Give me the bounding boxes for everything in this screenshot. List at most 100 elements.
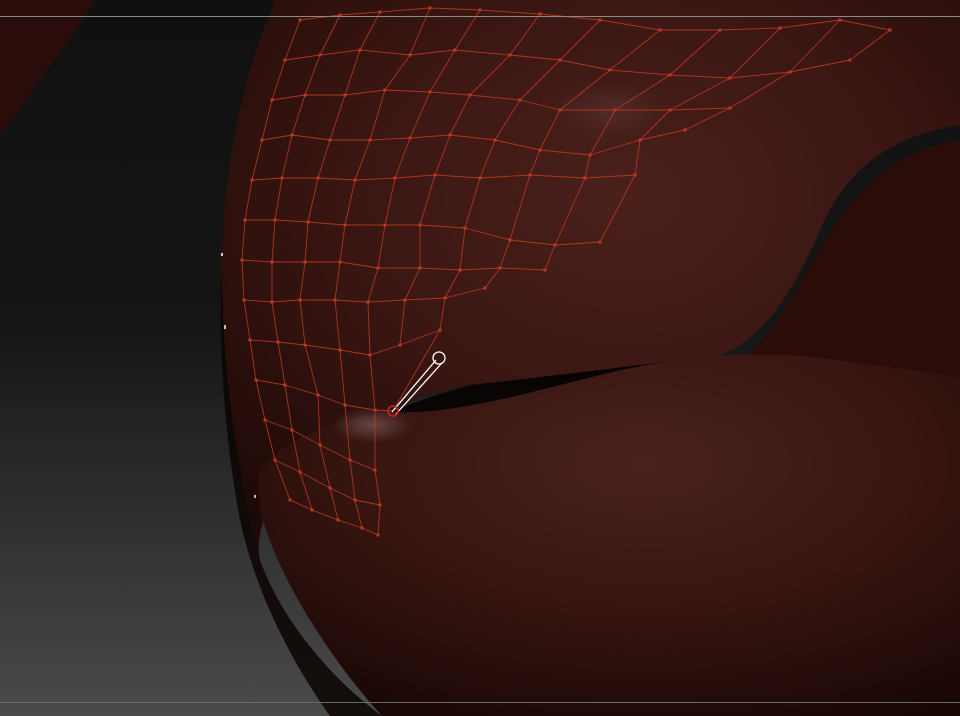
- mesh-vertex: [668, 108, 672, 112]
- mesh-vertex: [298, 18, 302, 22]
- 3d-viewport[interactable]: [0, 0, 960, 716]
- mesh-vertex: [243, 218, 247, 222]
- mesh-vertex: [328, 486, 332, 490]
- viewport-frame-bottom: [0, 702, 960, 703]
- mesh-vertex: [378, 503, 382, 507]
- mesh-vertex: [583, 176, 587, 180]
- mesh-vertex: [778, 26, 782, 30]
- mesh-vertex: [250, 178, 254, 182]
- mesh-vertex: [353, 178, 357, 182]
- mesh-vertex: [270, 300, 274, 304]
- mesh-vertex: [366, 300, 370, 304]
- mesh-vertex: [538, 148, 542, 152]
- mesh-vertex: [283, 383, 287, 387]
- mesh-vertex: [316, 393, 320, 397]
- mesh-vertex: [638, 138, 642, 142]
- mesh-vertex: [613, 108, 617, 112]
- mesh-vertex: [343, 223, 347, 227]
- mesh-vertex: [260, 138, 264, 142]
- mesh-vertex: [543, 268, 547, 272]
- mesh-vertex: [376, 266, 380, 270]
- mesh-vertex: [263, 418, 267, 422]
- mesh-vertex: [373, 408, 377, 412]
- mesh-vertex: [270, 98, 274, 102]
- mesh-vertex: [270, 260, 274, 264]
- mesh-vertex: [328, 138, 332, 142]
- mesh-vertex: [788, 70, 792, 74]
- mesh-vertex: [343, 403, 347, 407]
- mesh-vertex: [458, 268, 462, 272]
- mesh-vertex: [408, 136, 412, 140]
- mesh-vertex: [338, 348, 342, 352]
- mesh-vertex: [598, 18, 602, 22]
- mesh-vertex: [318, 53, 322, 57]
- mesh-vertex: [376, 533, 380, 537]
- mesh-vertex: [468, 93, 472, 97]
- mesh-vertex: [383, 223, 387, 227]
- mesh-vertex: [290, 133, 294, 137]
- mesh-vertex: [453, 48, 457, 52]
- mesh-vertex: [428, 90, 432, 94]
- mesh-vertex: [298, 298, 302, 302]
- mesh-vertex: [408, 53, 412, 57]
- mesh-vertex: [276, 340, 280, 344]
- edge-mark: [221, 253, 223, 256]
- mesh-vertex: [242, 298, 246, 302]
- mesh-vertex: [368, 138, 372, 142]
- mesh-vertex: [493, 138, 497, 142]
- edge-mark: [224, 325, 226, 329]
- mesh-vertex: [463, 226, 467, 230]
- mesh-vertex: [608, 68, 612, 72]
- mesh-vertex: [373, 468, 377, 472]
- mesh-vertex: [428, 6, 432, 10]
- mesh-vertex: [478, 8, 482, 12]
- mesh-vertex: [318, 443, 322, 447]
- mesh-vertex: [280, 176, 284, 180]
- mesh-vertex: [443, 296, 447, 300]
- mesh-vertex: [668, 73, 672, 77]
- edge-mark: [254, 495, 256, 498]
- mesh-vertex: [393, 176, 397, 180]
- mesh-vertex: [254, 378, 258, 382]
- mesh-vertex: [306, 220, 310, 224]
- mesh-vertex: [273, 458, 277, 462]
- mesh-vertex: [358, 48, 362, 52]
- mesh-vertex: [518, 98, 522, 102]
- mesh-vertex: [360, 526, 364, 530]
- mesh-vertex: [368, 353, 372, 357]
- mesh-vertex: [433, 173, 437, 177]
- mesh-vertex: [528, 173, 532, 177]
- mesh-vertex: [483, 286, 487, 290]
- mesh-vertex: [343, 93, 347, 97]
- mesh-vertex: [728, 106, 732, 110]
- mesh-vertex: [288, 498, 292, 502]
- mesh-vertex: [838, 18, 842, 22]
- mesh-vertex: [888, 28, 892, 32]
- mesh-vertex: [273, 218, 277, 222]
- mesh-vertex: [418, 223, 422, 227]
- mesh-vertex: [398, 343, 402, 347]
- mesh-vertex: [848, 58, 852, 62]
- mesh-vertex: [718, 28, 722, 32]
- mesh-vertex: [316, 176, 320, 180]
- viewport-frame-top: [0, 16, 960, 17]
- mesh-vertex: [588, 153, 592, 157]
- mesh-vertex: [303, 343, 307, 347]
- mesh-vertex: [303, 260, 307, 264]
- mesh-vertex: [298, 470, 302, 474]
- mesh-vertex: [478, 176, 482, 180]
- mesh-vertex: [683, 128, 687, 132]
- mesh-vertex: [353, 498, 357, 502]
- mesh-vertex: [310, 508, 314, 512]
- mesh-vertex: [508, 238, 512, 242]
- mesh-vertex: [383, 88, 387, 92]
- mesh-vertex: [558, 58, 562, 62]
- mesh-vertex: [508, 53, 512, 57]
- viewport-canvas[interactable]: [0, 0, 960, 716]
- mesh-vertex: [498, 266, 502, 270]
- mesh-vertex: [240, 258, 244, 262]
- mesh-vertex: [303, 93, 307, 97]
- mesh-specular-highlight: [332, 407, 412, 443]
- mesh-vertex: [633, 173, 637, 177]
- mesh-vertex: [418, 266, 422, 270]
